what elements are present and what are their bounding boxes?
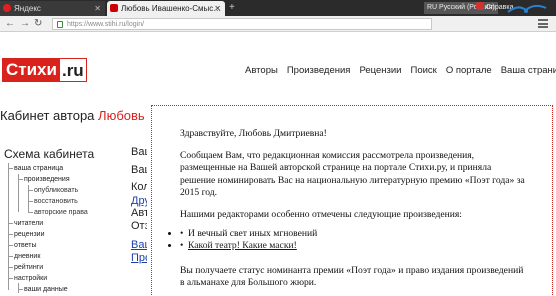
tab-label: Яндекс (14, 4, 41, 13)
top-navigation: Авторы Произведения Рецензии Поиск О пор… (245, 65, 556, 76)
tab-label: Любовь Ивашенко-Смыс… (121, 4, 222, 13)
tree-item-works[interactable]: произведения (18, 174, 70, 185)
cabinet-col-heading: Ваш (131, 146, 147, 158)
browser-tab-bar: Яндекс ✕ Любовь Ивашенко-Смыс… ✕ + RU Ру… (0, 0, 556, 16)
browser-tab-active[interactable]: Любовь Ивашенко-Смыс… ✕ (107, 1, 225, 16)
address-input[interactable]: https://www.stihi.ru/login/ (52, 18, 432, 30)
nav-reviews[interactable]: Рецензии (359, 65, 401, 76)
tree-item-your-page[interactable]: ваша страница (7, 163, 63, 174)
page-title: Кабинет автора Любовь (0, 108, 145, 123)
lock-icon (57, 21, 63, 28)
tree-item-restore[interactable]: восстановить (28, 196, 78, 207)
tree-item-copyright[interactable]: авторские права (28, 207, 88, 218)
tree-line (8, 163, 9, 290)
close-tab-icon[interactable]: ✕ (214, 1, 221, 16)
tree-item-readers[interactable]: читатели (7, 218, 43, 229)
message-greeting: Здравствуйте, Любовь Дмитриевна! (180, 128, 327, 139)
close-tab-icon[interactable]: ✕ (94, 1, 101, 16)
list-item: Какой театр! Какие маски! (180, 240, 525, 253)
works-list: И вечный свет иных мгновений Какой театр… (180, 228, 525, 253)
site-logo[interactable]: Стихи .ru (2, 58, 87, 82)
logo-main-text: Стихи (2, 58, 60, 82)
nav-works[interactable]: Произведения (287, 65, 351, 76)
cabinet-col-text: Авт (131, 207, 147, 219)
menu-icon[interactable] (538, 19, 548, 28)
tree-line (18, 283, 19, 293)
browser-tab-yandex[interactable]: Яндекс ✕ (0, 1, 105, 16)
tree-item-publish[interactable]: опубликовать (27, 185, 78, 196)
tree-item-ratings[interactable]: рейтинги (7, 262, 43, 273)
cabinet-col-text: Кол (131, 181, 147, 193)
stihi-favicon-icon (110, 4, 118, 12)
url-text: https://www.stihi.ru/login/ (67, 21, 145, 28)
author-name: Любовь (98, 108, 145, 123)
cabinet-col-text: Ваш (131, 164, 147, 176)
list-item: И вечный свет иных мгновений (180, 228, 525, 241)
work-link[interactable]: Какой театр! Какие маски! (188, 240, 297, 251)
message-paragraph: Сообщаем Вам, что редакционная комиссия … (180, 150, 525, 198)
cabinet-col-text: Отз (131, 220, 147, 232)
nav-search[interactable]: Поиск (410, 65, 436, 76)
tree-item-your-data[interactable]: ваши данные (18, 284, 68, 295)
help-icon (476, 2, 484, 10)
nav-your-page[interactable]: Ваша страница (501, 65, 556, 76)
back-arrow-icon[interactable]: ← (5, 18, 15, 30)
logo-tld-text: .ru (59, 58, 87, 82)
tree-item-diary[interactable]: дневник (7, 251, 40, 262)
cabinet-col-link[interactable]: Про (131, 252, 147, 264)
tree-item-settings[interactable]: настройки (7, 273, 47, 284)
nav-about[interactable]: О портале (446, 65, 492, 76)
message-paragraph: Вы получаете статус номинанта премии «По… (180, 265, 524, 289)
nav-authors[interactable]: Авторы (245, 65, 278, 76)
address-toolbar: ← → ↻ https://www.stihi.ru/login/ (0, 16, 556, 32)
yandex-favicon-icon (3, 4, 11, 12)
cabinet-col-link[interactable]: Дру (131, 195, 147, 207)
cabinet-schema-title: Схема кабинета (4, 147, 95, 161)
nomination-message: Здравствуйте, Любовь Дмитриевна! Сообщае… (151, 105, 553, 296)
new-tab-button[interactable]: + (229, 1, 235, 15)
cabinet-col-link[interactable]: Ваш (131, 239, 147, 251)
reload-icon[interactable]: ↻ (34, 18, 42, 30)
forward-arrow-icon[interactable]: → (20, 18, 30, 30)
tree-item-answers[interactable]: ответы (7, 240, 36, 251)
tree-item-reviews[interactable]: рецензии (8, 229, 45, 240)
bird-decoration-icon (507, 4, 547, 13)
message-paragraph: Нашими редакторами особенно отмечены сле… (180, 209, 462, 220)
